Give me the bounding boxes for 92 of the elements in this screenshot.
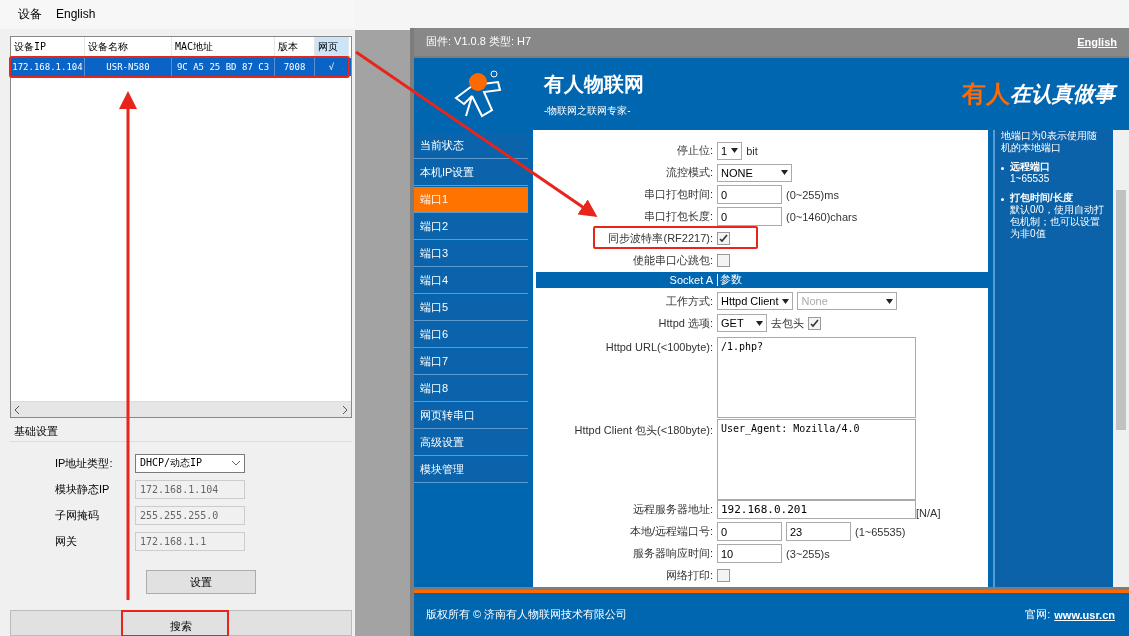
field-label: 网关 — [55, 533, 78, 549]
nav-item[interactable]: 网页转串口 — [414, 403, 528, 430]
nav-item[interactable]: 端口7 — [414, 349, 528, 376]
input-field[interactable]: 10 — [717, 544, 782, 564]
field-label: 本地/远程端口号: — [628, 524, 714, 540]
nav-item[interactable]: 端口6 — [414, 322, 528, 349]
nav-item[interactable]: 当前状态 — [414, 133, 528, 160]
dropdown-caret-icon — [886, 298, 894, 304]
table-cell: 7008 — [275, 57, 315, 76]
brand-tagline: -物联网之联网专家- — [544, 103, 632, 118]
checkbox[interactable] — [717, 254, 730, 268]
help-text: 打包时间/长度 默认0/0，使用自动打包机制；也可以设置为非0值 — [1010, 192, 1105, 241]
nav-item[interactable]: 端口4 — [414, 268, 528, 295]
dropdown-caret-icon — [756, 320, 763, 326]
copyright-text: 版权所有 © 济南有人物联网技术有限公司 — [426, 607, 628, 623]
slogan-accent: 有人 — [962, 79, 1010, 110]
nav-item[interactable]: 高级设置 — [414, 430, 528, 457]
nav-item[interactable]: 端口2 — [414, 214, 528, 241]
text-area[interactable]: /1.php? — [717, 336, 916, 418]
select-field[interactable]: GET — [717, 314, 767, 333]
field-label: IP地址类型: — [55, 455, 114, 471]
group-title: 基础设置 — [14, 424, 59, 440]
column-header[interactable]: MAC地址 — [172, 36, 275, 56]
unit-text: bit — [746, 144, 758, 157]
scroll-left-icon[interactable] — [15, 405, 20, 414]
vertical-scrollbar[interactable] — [1113, 130, 1129, 588]
field-label: Httpd 选项: — [657, 315, 714, 331]
status-text: [N/A] — [916, 506, 941, 519]
field-label: 网络打印: — [664, 568, 714, 584]
nav-item[interactable]: 模块管理 — [414, 457, 528, 484]
checkbox[interactable] — [717, 232, 730, 246]
field-label: 子网掩码 — [55, 507, 100, 523]
help-text: 地端口为0表示使用随机的本地端口 — [1001, 130, 1098, 155]
field-label: 串口打包时间: — [642, 187, 714, 203]
range-hint: (0~255)ms — [786, 188, 839, 201]
field-label: 停止位: — [675, 143, 714, 159]
select-field[interactable]: NONE — [717, 163, 792, 182]
range-hint: (1~65535) — [855, 525, 906, 538]
column-header[interactable]: 设备名称 — [85, 36, 172, 56]
range-hint: (3~255)s — [786, 547, 830, 560]
dropdown-caret-icon — [731, 148, 739, 154]
horizontal-scrollbar[interactable] — [11, 401, 351, 418]
input-field[interactable]: 192.168.0.201 — [717, 500, 916, 520]
menu-item[interactable]: English — [52, 5, 100, 24]
section-header-bar: Socket A 参数 — [536, 272, 988, 288]
input-field[interactable]: 0 — [717, 185, 782, 205]
column-header[interactable]: 网页 — [315, 36, 349, 56]
site-link[interactable]: www.usr.cn — [1054, 608, 1115, 621]
field-label: Httpd URL(<100byte): — [604, 340, 714, 353]
brand-name: 有人物联网 — [544, 71, 644, 97]
language-link[interactable]: English — [1077, 35, 1117, 48]
field-label: 模块静态IP — [55, 481, 111, 497]
dropdown-caret-icon — [782, 298, 790, 304]
table-cell: √ — [315, 57, 349, 76]
column-header[interactable]: 版本 — [275, 36, 315, 56]
input-field[interactable]: 23 — [786, 522, 851, 542]
checkbox-label: 去包头 — [771, 315, 804, 331]
nav-item[interactable]: 端口3 — [414, 241, 528, 268]
search-button[interactable]: 搜索 — [10, 610, 352, 636]
person-logo-icon — [452, 70, 504, 119]
select-field[interactable]: Httpd Client — [717, 292, 794, 311]
table-cell: USR-N580 — [85, 57, 172, 76]
field-label: 使能串口心跳包: — [631, 253, 714, 269]
menu-item[interactable]: 设备 — [14, 4, 46, 25]
field-label: 服务器响应时间: — [631, 546, 714, 562]
range-hint: (0~1460)chars — [786, 210, 858, 223]
field-label: 同步波特率(RF2217): — [607, 231, 714, 247]
chevron-icon — [232, 460, 240, 466]
field-label: 串口打包长度: — [642, 209, 714, 225]
field-label: Httpd Client 包头(<180byte): — [573, 422, 714, 438]
nav-item[interactable]: 本机IP设置 — [414, 160, 528, 187]
nav-item[interactable]: 端口8 — [414, 376, 528, 403]
set-button[interactable]: 设置 — [146, 570, 256, 595]
text-area[interactable]: User_Agent: Mozilla/4.0 — [717, 418, 916, 500]
help-text: 远程端口 1~65535 — [1010, 161, 1050, 186]
select-field[interactable]: 1 — [717, 141, 743, 160]
firmware-text: 固件: V1.0.8 类型: H7 — [426, 34, 532, 50]
input-field[interactable]: 0 — [717, 207, 782, 227]
nav-item[interactable]: 端口5 — [414, 295, 528, 322]
field-label: 工作方式: — [664, 293, 714, 309]
column-header[interactable]: 设备IP — [11, 36, 85, 56]
table-cell: 9C A5 25 BD 87 C3 — [172, 57, 275, 76]
table-cell: 172.168.1.104 — [11, 57, 85, 76]
dropdown-field[interactable]: DHCP/动态IP — [135, 453, 245, 473]
site-label: 官网: — [1025, 607, 1051, 623]
scroll-right-icon[interactable] — [342, 405, 347, 414]
field-label: 远程服务器地址: — [631, 502, 714, 518]
dropdown-caret-icon — [781, 170, 788, 176]
checkbox[interactable] — [717, 569, 730, 583]
field-label: 流控模式: — [664, 165, 714, 181]
checkbox[interactable] — [808, 316, 821, 330]
input-field[interactable]: 0 — [717, 522, 782, 542]
